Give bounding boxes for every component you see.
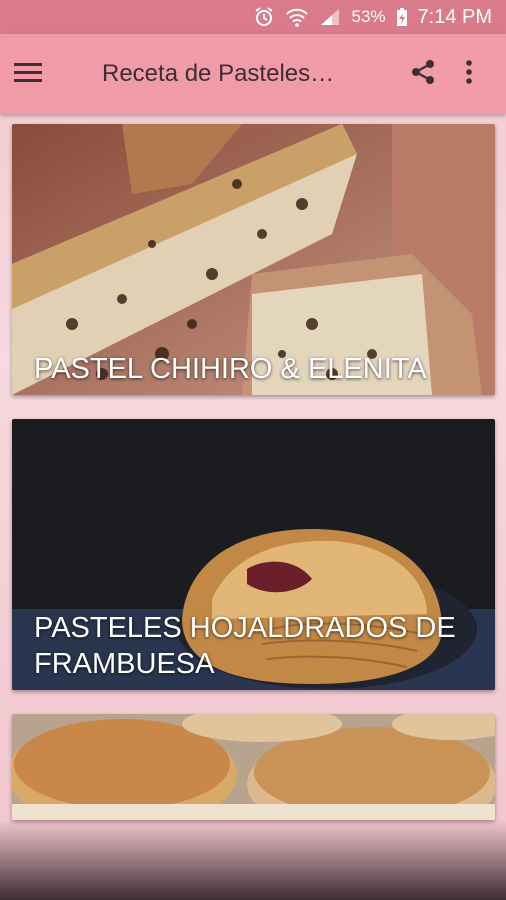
app-bar: Receta de Pasteles… — [0, 34, 506, 114]
recipe-list: PASTEL CHIHIRO & ELENITA PASTELES HOJALD… — [12, 124, 495, 844]
recipe-card[interactable]: PASTELES HOJALDRADOS DE FRAMBUESA — [12, 419, 495, 690]
share-button[interactable] — [400, 48, 446, 100]
recipe-title: PASTEL CHIHIRO & ELENITA — [34, 353, 427, 385]
recipe-card[interactable] — [12, 714, 495, 820]
recipe-image — [12, 714, 495, 820]
battery-charging-icon — [396, 7, 408, 27]
battery-percent: 53% — [351, 7, 386, 26]
clock: 7:14 PM — [417, 5, 492, 28]
more-vert-icon — [465, 59, 473, 90]
menu-button[interactable] — [14, 48, 66, 100]
recipe-title: PASTELES HOJALDRADOS DE FRAMBUESA — [34, 612, 456, 680]
status-bar: 53% 7:14 PM — [0, 0, 506, 34]
wifi-icon — [285, 6, 309, 28]
alarm-icon — [253, 6, 275, 28]
page-title: Receta de Pasteles… — [102, 60, 335, 87]
signal-icon — [319, 7, 341, 27]
bottom-shadow — [0, 820, 506, 900]
recipe-card[interactable]: PASTEL CHIHIRO & ELENITA — [12, 124, 495, 395]
share-icon — [409, 58, 437, 91]
overflow-menu-button[interactable] — [446, 48, 492, 100]
hamburger-icon — [14, 61, 42, 88]
